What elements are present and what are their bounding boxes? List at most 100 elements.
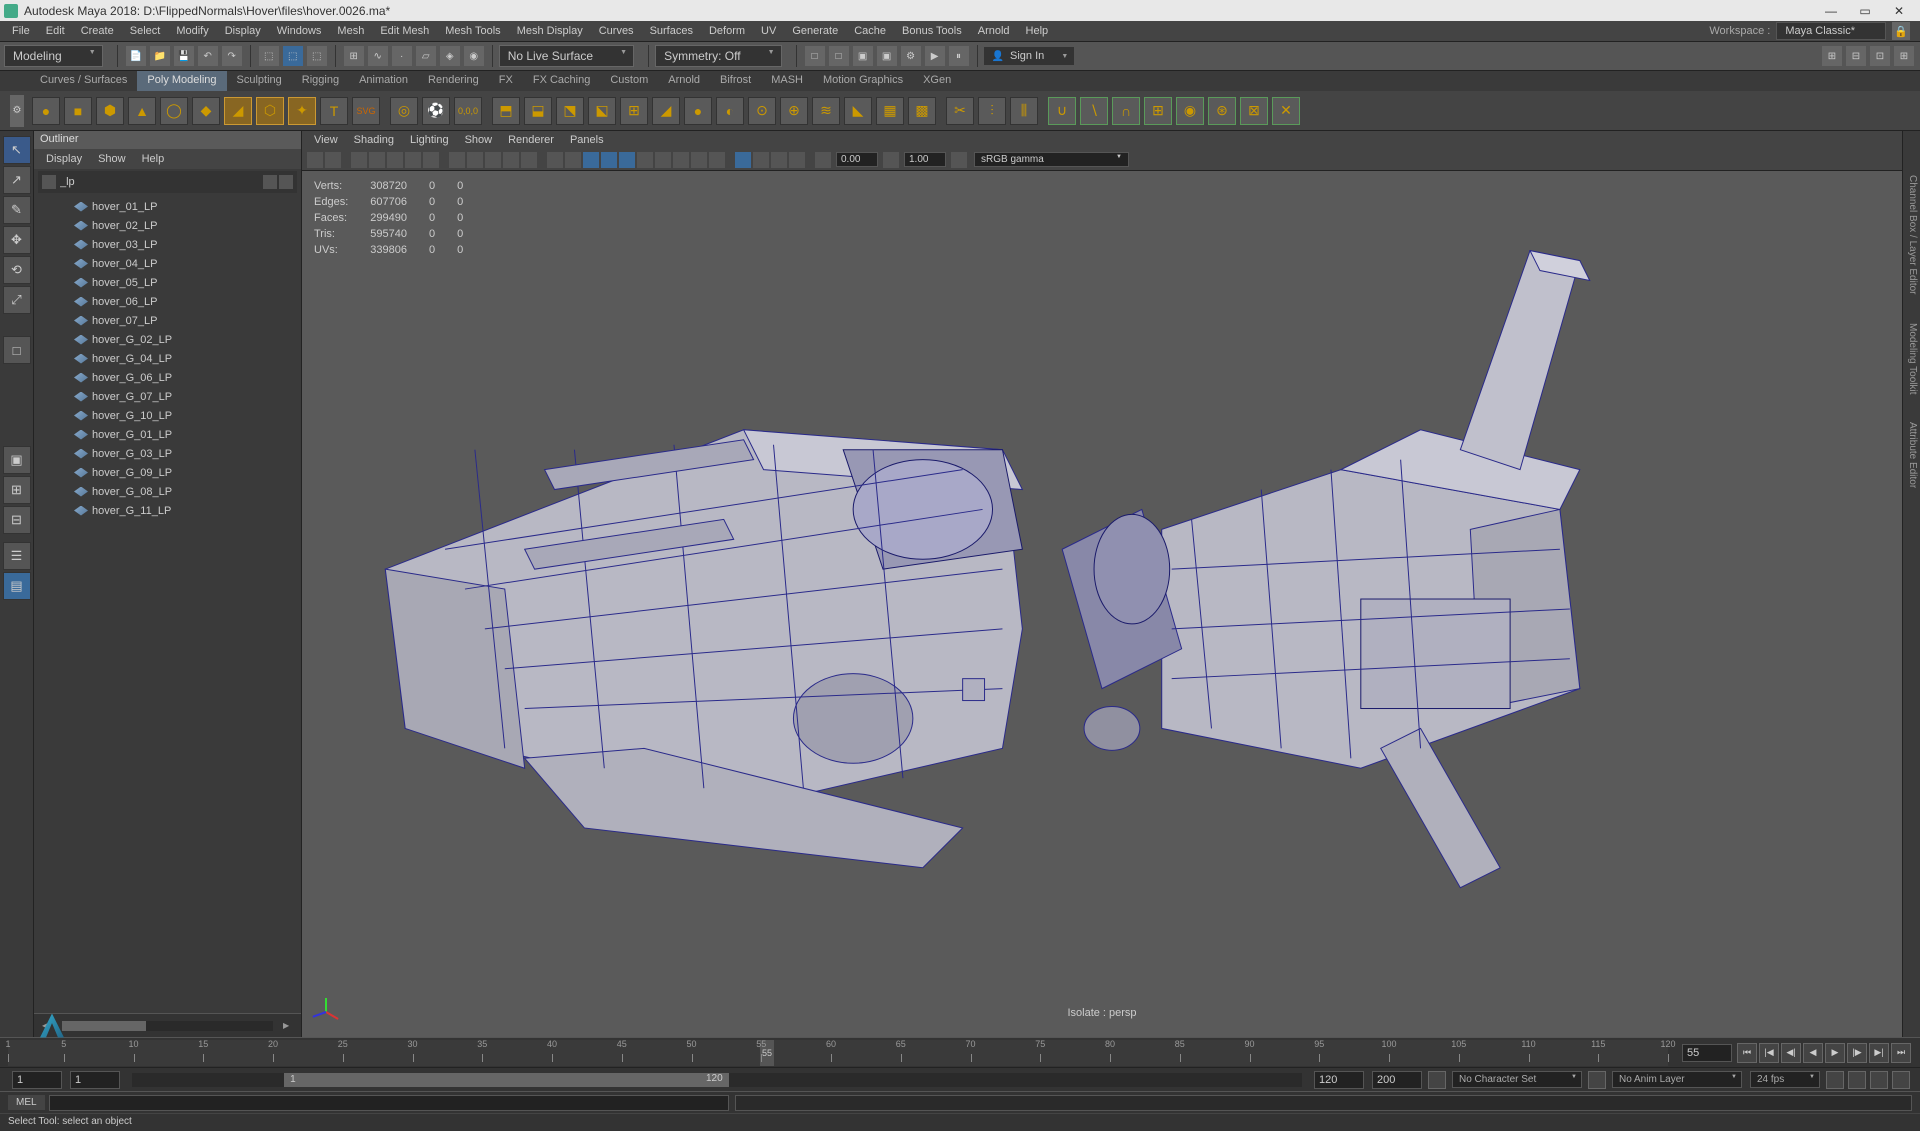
polytorus-icon[interactable]: ◯ (160, 97, 188, 125)
panel-layout-icon-1[interactable]: ⊞ (1822, 46, 1842, 66)
search-options-icon[interactable] (279, 175, 293, 189)
single-perspective-icon[interactable]: ▣ (3, 446, 31, 474)
svg-icon[interactable]: SVG (352, 97, 380, 125)
render-pause-icon[interactable]: ⏸ (949, 46, 969, 66)
panel-layout-icon-2[interactable]: ⊟ (1846, 46, 1866, 66)
construction-history-icon[interactable]: □ (829, 46, 849, 66)
vp-isolate-icon[interactable] (735, 152, 751, 168)
minimize-button[interactable]: — (1814, 0, 1848, 21)
append-icon[interactable]: ⊞ (620, 97, 648, 125)
shelf-tab-mash[interactable]: MASH (761, 71, 813, 91)
outliner-item[interactable]: hover_G_03_LP (34, 444, 301, 463)
menu-arnold[interactable]: Arnold (970, 25, 1018, 37)
outliner-item[interactable]: hover_06_LP (34, 292, 301, 311)
vp-camera-icon[interactable] (307, 152, 323, 168)
live-surface-dropdown[interactable]: No Live Surface (499, 45, 634, 67)
bridge-icon[interactable]: ⬕ (588, 97, 616, 125)
menu-surfaces[interactable]: Surfaces (642, 25, 701, 37)
step-forward-button[interactable]: |▶ (1847, 1043, 1867, 1063)
vp-film-gate-icon[interactable] (423, 152, 439, 168)
polysphere-icon[interactable]: ● (32, 97, 60, 125)
render-globals-icon[interactable]: ⚙ (901, 46, 921, 66)
polycylinder-icon[interactable]: ⬢ (96, 97, 124, 125)
edge-flow-icon[interactable]: ≋ (812, 97, 840, 125)
remesh-icon[interactable]: ⊠ (1240, 97, 1268, 125)
workspace-lock-icon[interactable]: 🔒 (1892, 22, 1910, 40)
history-toggle-icon[interactable]: □ (805, 46, 825, 66)
select-by-component-icon[interactable]: ⬚ (283, 46, 303, 66)
shelf-tab-fx-caching[interactable]: FX Caching (523, 71, 600, 91)
menu-cache[interactable]: Cache (846, 25, 894, 37)
menu-display[interactable]: Display (217, 25, 269, 37)
open-scene-icon[interactable]: 📁 (150, 46, 170, 66)
render-frame-icon[interactable]: ▣ (853, 46, 873, 66)
select-by-hierarchy-icon[interactable]: ⬚ (307, 46, 327, 66)
outliner-item[interactable]: hover_G_04_LP (34, 349, 301, 368)
vp-xray-icon[interactable] (753, 152, 769, 168)
two-side-icon[interactable]: ⊟ (3, 506, 31, 534)
menu-deform[interactable]: Deform (701, 25, 753, 37)
boolean-diff-icon[interactable]: ∖ (1080, 97, 1108, 125)
outliner-item[interactable]: hover_G_01_LP (34, 425, 301, 444)
render-view-icon[interactable]: ▶ (925, 46, 945, 66)
boolean-intersect-icon[interactable]: ∩ (1112, 97, 1140, 125)
shelf-tab-custom[interactable]: Custom (600, 71, 658, 91)
subdivide-icon[interactable]: ▦ (876, 97, 904, 125)
menu-curves[interactable]: Curves (591, 25, 642, 37)
menu-edit-mesh[interactable]: Edit Mesh (372, 25, 437, 37)
step-back-button[interactable]: ◀| (1781, 1043, 1801, 1063)
vp-field-chart-icon[interactable] (485, 152, 501, 168)
gear-icon[interactable]: 0,0,0 (454, 97, 482, 125)
outliner-menu-display[interactable]: Display (38, 153, 90, 165)
outliner-item[interactable]: hover_G_10_LP (34, 406, 301, 425)
polyplane-icon[interactable]: ◆ (192, 97, 220, 125)
vp-image-plane-icon[interactable] (351, 152, 367, 168)
menu-mesh-tools[interactable]: Mesh Tools (437, 25, 508, 37)
outliner-item[interactable]: hover_04_LP (34, 254, 301, 273)
vp-safe-action-icon[interactable] (503, 152, 519, 168)
vp-bookmark-icon[interactable] (325, 152, 341, 168)
rotate-tool[interactable]: ⟲ (3, 256, 31, 284)
outliner-item[interactable]: hover_G_02_LP (34, 330, 301, 349)
shelf-tab-animation[interactable]: Animation (349, 71, 418, 91)
menu-mesh[interactable]: Mesh (329, 25, 372, 37)
menu-bonus-tools[interactable]: Bonus Tools (894, 25, 970, 37)
sign-in-button[interactable]: Sign In (984, 47, 1075, 65)
target-weld-icon[interactable]: ⊕ (780, 97, 808, 125)
outliner-item[interactable]: hover_01_LP (34, 197, 301, 216)
step-forward-key-button[interactable]: ▶| (1869, 1043, 1889, 1063)
outliner-item[interactable]: hover_G_11_LP (34, 501, 301, 520)
four-view-icon[interactable]: ⊞ (3, 476, 31, 504)
snap-grid-icon[interactable]: ⊞ (344, 46, 364, 66)
super-shape-icon[interactable]: ◎ (390, 97, 418, 125)
offset-edge-icon[interactable]: ⫼ (1010, 97, 1038, 125)
vp-use-lights-icon[interactable] (583, 152, 599, 168)
menu-edit[interactable]: Edit (38, 25, 73, 37)
shelf-tab-motion-graphics[interactable]: Motion Graphics (813, 71, 913, 91)
shelf-tab-curves-surfaces[interactable]: Curves / Surfaces (30, 71, 137, 91)
vp-antialias-icon[interactable] (709, 152, 725, 168)
vp-wireframe-icon[interactable] (547, 152, 563, 168)
move-tool[interactable]: ✥ (3, 226, 31, 254)
vp-menu-shading[interactable]: Shading (346, 134, 402, 146)
step-back-key-button[interactable]: |◀ (1759, 1043, 1779, 1063)
polytype-icon[interactable]: T (320, 97, 348, 125)
multi-cut-icon[interactable]: ✂ (946, 97, 974, 125)
outliner-item[interactable]: hover_02_LP (34, 216, 301, 235)
panel-layout-icon-4[interactable]: ⊞ (1894, 46, 1914, 66)
go-to-end-button[interactable]: ⏭ (1891, 1043, 1911, 1063)
maximize-button[interactable]: ▭ (1848, 0, 1882, 21)
vp-safe-title-icon[interactable] (521, 152, 537, 168)
outliner-menu-help[interactable]: Help (134, 153, 173, 165)
select-tool[interactable]: ↖ (3, 136, 31, 164)
vp-xray-joints-icon[interactable] (771, 152, 787, 168)
shelf-tab-bifrost[interactable]: Bifrost (710, 71, 761, 91)
new-scene-icon[interactable]: 📄 (126, 46, 146, 66)
vp-xray-components-icon[interactable] (789, 152, 805, 168)
menu-uv[interactable]: UV (753, 25, 784, 37)
cmd-label[interactable]: MEL (8, 1095, 45, 1110)
shelf-tab-rendering[interactable]: Rendering (418, 71, 489, 91)
flip-triangle-icon[interactable]: ◣ (844, 97, 872, 125)
snap-view-icon[interactable]: ◉ (464, 46, 484, 66)
vp-menu-renderer[interactable]: Renderer (500, 134, 562, 146)
